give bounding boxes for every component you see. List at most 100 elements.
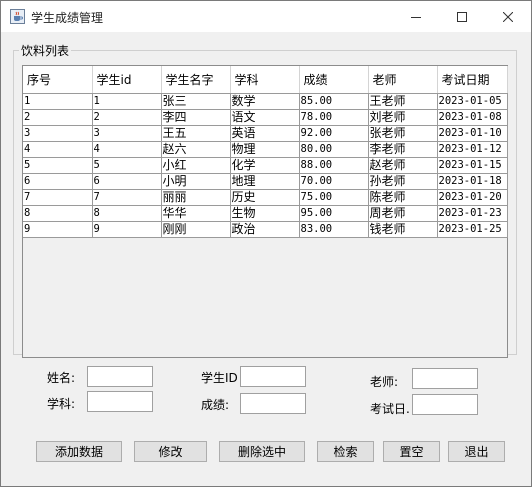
add-data-button[interactable]: 添加数据 [36, 441, 122, 462]
cell-subject[interactable]: 数学 [230, 93, 300, 110]
cell-index[interactable]: 8 [23, 205, 93, 222]
cell-exam-date[interactable]: 2023-01-25 [437, 221, 508, 238]
cell-student-id[interactable]: 4 [92, 141, 162, 158]
column-header-score[interactable]: 成绩 [299, 66, 369, 94]
cell-teacher[interactable]: 周老师 [368, 205, 438, 222]
cell-subject[interactable]: 地理 [230, 173, 300, 190]
cell-student-id[interactable]: 3 [92, 125, 162, 142]
table-row[interactable]: 8 8 华华 生物 95.00 周老师 2023-01-23 [23, 205, 508, 222]
group-title: 饮料列表 [19, 42, 72, 59]
score-field[interactable] [240, 393, 306, 414]
cell-index[interactable]: 5 [23, 157, 93, 174]
cell-exam-date[interactable]: 2023-01-23 [437, 205, 508, 222]
cell-subject[interactable]: 生物 [230, 205, 300, 222]
cell-teacher[interactable]: 刘老师 [368, 109, 438, 126]
cell-index[interactable]: 7 [23, 189, 93, 206]
cell-teacher[interactable]: 王老师 [368, 93, 438, 110]
maximize-button[interactable] [439, 1, 485, 32]
cell-subject[interactable]: 政治 [230, 221, 300, 238]
cell-teacher[interactable]: 孙老师 [368, 173, 438, 190]
grades-table[interactable]: 序号 学生id 学生名字 学科 成绩 老师 考试日期 1 1 张三 数学 85.… [23, 66, 508, 238]
cell-student-name[interactable]: 刚刚 [161, 221, 231, 238]
cell-subject[interactable]: 历史 [230, 189, 300, 206]
title-bar[interactable]: 学生成绩管理 [1, 1, 531, 32]
cell-student-name[interactable]: 小红 [161, 157, 231, 174]
teacher-field[interactable] [412, 368, 478, 389]
cell-score[interactable]: 95.00 [299, 205, 369, 222]
table-row[interactable]: 7 7 丽丽 历史 75.00 陈老师 2023-01-20 [23, 189, 508, 206]
cell-score[interactable]: 70.00 [299, 173, 369, 190]
close-button[interactable] [485, 1, 531, 32]
table-row[interactable]: 2 2 李四 语文 78.00 刘老师 2023-01-08 [23, 109, 508, 126]
cell-teacher[interactable]: 赵老师 [368, 157, 438, 174]
table-row[interactable]: 6 6 小明 地理 70.00 孙老师 2023-01-18 [23, 173, 508, 190]
exam-date-field[interactable] [412, 394, 478, 415]
cell-index[interactable]: 4 [23, 141, 93, 158]
table-row[interactable]: 1 1 张三 数学 85.00 王老师 2023-01-05 [23, 93, 508, 110]
cell-student-name[interactable]: 张三 [161, 93, 231, 110]
cell-score[interactable]: 80.00 [299, 141, 369, 158]
cell-student-id[interactable]: 1 [92, 93, 162, 110]
cell-index[interactable]: 9 [23, 221, 93, 238]
search-button[interactable]: 检索 [317, 441, 374, 462]
cell-student-id[interactable]: 2 [92, 109, 162, 126]
cell-index[interactable]: 3 [23, 125, 93, 142]
cell-index[interactable]: 6 [23, 173, 93, 190]
table-row[interactable]: 4 4 赵六 物理 80.00 李老师 2023-01-12 [23, 141, 508, 158]
cell-teacher[interactable]: 钱老师 [368, 221, 438, 238]
cell-subject[interactable]: 语文 [230, 109, 300, 126]
exit-button[interactable]: 退出 [448, 441, 505, 462]
cell-exam-date[interactable]: 2023-01-10 [437, 125, 508, 142]
cell-score[interactable]: 83.00 [299, 221, 369, 238]
cell-teacher[interactable]: 陈老师 [368, 189, 438, 206]
table-row[interactable]: 9 9 刚刚 政治 83.00 钱老师 2023-01-25 [23, 221, 508, 238]
cell-student-name[interactable]: 李四 [161, 109, 231, 126]
cell-score[interactable]: 75.00 [299, 189, 369, 206]
table-row[interactable]: 3 3 王五 英语 92.00 张老师 2023-01-10 [23, 125, 508, 142]
student-id-field[interactable] [240, 366, 306, 387]
cell-teacher[interactable]: 李老师 [368, 141, 438, 158]
cell-student-id[interactable]: 8 [92, 205, 162, 222]
minimize-button[interactable] [393, 1, 439, 32]
cell-subject[interactable]: 物理 [230, 141, 300, 158]
cell-exam-date[interactable]: 2023-01-18 [437, 173, 508, 190]
cell-subject[interactable]: 英语 [230, 125, 300, 142]
cell-student-id[interactable]: 7 [92, 189, 162, 206]
cell-exam-date[interactable]: 2023-01-05 [437, 93, 508, 110]
cell-exam-date[interactable]: 2023-01-12 [437, 141, 508, 158]
cell-score[interactable]: 92.00 [299, 125, 369, 142]
column-header-student-id[interactable]: 学生id [92, 66, 162, 94]
edit-button[interactable]: 修改 [134, 441, 207, 462]
grades-table-scrollpane[interactable]: 序号 学生id 学生名字 学科 成绩 老师 考试日期 1 1 张三 数学 85.… [22, 65, 508, 358]
cell-score[interactable]: 85.00 [299, 93, 369, 110]
cell-score[interactable]: 88.00 [299, 157, 369, 174]
cell-student-name[interactable]: 王五 [161, 125, 231, 142]
cell-student-name[interactable]: 华华 [161, 205, 231, 222]
cell-exam-date[interactable]: 2023-01-08 [437, 109, 508, 126]
cell-student-name[interactable]: 丽丽 [161, 189, 231, 206]
cell-student-name[interactable]: 小明 [161, 173, 231, 190]
cell-exam-date[interactable]: 2023-01-15 [437, 157, 508, 174]
cell-index[interactable]: 1 [23, 93, 93, 110]
cell-score[interactable]: 78.00 [299, 109, 369, 126]
cell-teacher[interactable]: 张老师 [368, 125, 438, 142]
table-row[interactable]: 5 5 小红 化学 88.00 赵老师 2023-01-15 [23, 157, 508, 174]
column-header-teacher[interactable]: 老师 [368, 66, 438, 94]
cell-student-name[interactable]: 赵六 [161, 141, 231, 158]
column-header-student-name[interactable]: 学生名字 [161, 66, 231, 94]
cell-student-id[interactable]: 6 [92, 173, 162, 190]
delete-selected-button[interactable]: 删除选中 [219, 441, 305, 462]
column-header-exam-date[interactable]: 考试日期 [437, 66, 508, 94]
name-field[interactable] [87, 366, 153, 387]
cell-exam-date[interactable]: 2023-01-20 [437, 189, 508, 206]
column-header-subject[interactable]: 学科 [230, 66, 300, 94]
cell-subject[interactable]: 化学 [230, 157, 300, 174]
cell-student-id[interactable]: 9 [92, 221, 162, 238]
cell-student-id[interactable]: 5 [92, 157, 162, 174]
student-id-label: 学生ID [201, 371, 238, 385]
cell-index[interactable]: 2 [23, 109, 93, 126]
window-title: 学生成绩管理 [31, 11, 104, 25]
column-header-index[interactable]: 序号 [23, 66, 93, 94]
clear-button[interactable]: 置空 [383, 441, 440, 462]
subject-field[interactable] [87, 391, 153, 412]
